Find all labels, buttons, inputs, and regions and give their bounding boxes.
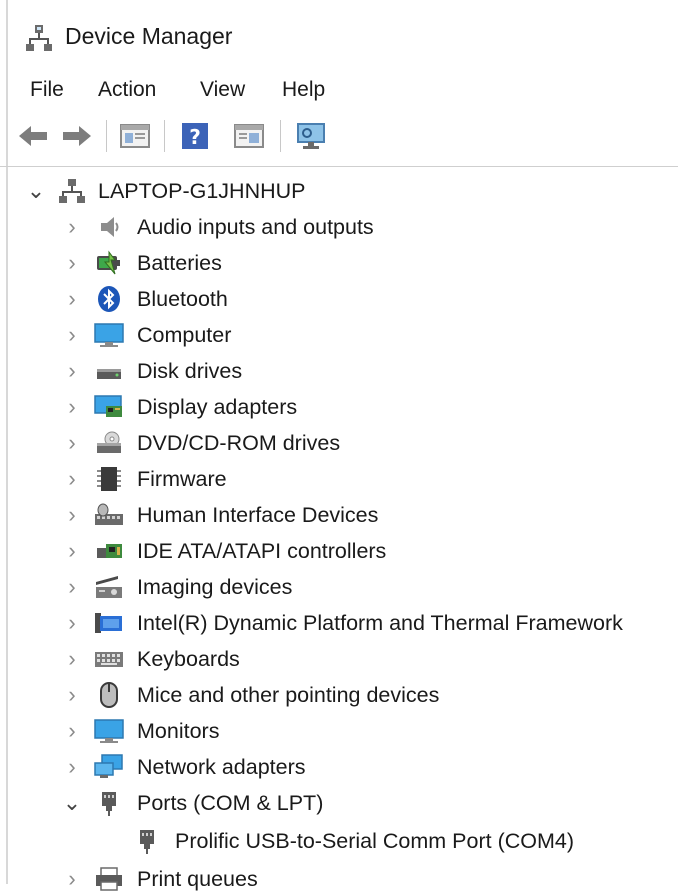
menu-view[interactable]: View	[198, 76, 247, 104]
expand-chevron-icon[interactable]: ›	[62, 609, 82, 637]
help-icon[interactable]: ?	[178, 119, 212, 153]
tree-item-computer[interactable]: › Computer	[0, 318, 678, 352]
toolbar-separator	[280, 120, 281, 152]
chip-icon	[94, 609, 124, 637]
tree-item-prolific-port[interactable]: Prolific USB-to-Serial Comm Port (COM4)	[0, 824, 678, 858]
tree-item-label: Intel(R) Dynamic Platform and Thermal Fr…	[137, 611, 623, 635]
bluetooth-icon	[94, 285, 124, 313]
expand-chevron-icon[interactable]: ›	[62, 573, 82, 601]
tree-item-bluetooth[interactable]: › Bluetooth	[0, 282, 678, 316]
collapse-chevron-icon[interactable]: ⌄	[62, 789, 82, 817]
tree-item-ide[interactable]: › IDE ATA/ATAPI controllers	[0, 534, 678, 568]
tree-item-disk-drives[interactable]: › Disk drives	[0, 354, 678, 388]
expand-chevron-icon[interactable]: ›	[62, 321, 82, 349]
menu-bar: File Action View Help	[0, 70, 678, 110]
monitor-icon	[94, 717, 124, 745]
expand-chevron-icon[interactable]: ›	[62, 357, 82, 385]
tree-item-batteries[interactable]: › Batteries	[0, 246, 678, 280]
tree-item-hid[interactable]: › Human Interface Devices	[0, 498, 678, 532]
toolbar-separator	[164, 120, 165, 152]
tree-item-label: DVD/CD-ROM drives	[137, 431, 341, 455]
tree-item-label: Keyboards	[137, 647, 240, 671]
toolbar-separator	[106, 120, 107, 152]
tree-item-label: Firmware	[137, 467, 227, 491]
keyboard-icon	[94, 645, 124, 673]
expand-chevron-icon[interactable]: ›	[62, 285, 82, 313]
dvd-drive-icon	[94, 429, 124, 457]
tree-item-network-adapters[interactable]: › Network adapters	[0, 750, 678, 784]
printer-icon	[94, 865, 124, 893]
tree-root[interactable]: ⌄ LAPTOP-G1JHNHUP	[0, 174, 678, 208]
tree-item-audio[interactable]: › Audio inputs and outputs	[0, 210, 678, 244]
tree-item-imaging[interactable]: › Imaging devices	[0, 570, 678, 604]
tree-item-label: Batteries	[137, 251, 222, 275]
expand-chevron-icon[interactable]: ›	[62, 681, 82, 709]
tree-item-ports[interactable]: ⌄ Ports (COM & LPT)	[0, 786, 678, 820]
tree-item-label: Bluetooth	[137, 287, 228, 311]
tree-item-label: Ports (COM & LPT)	[137, 791, 324, 815]
scan-hardware-icon[interactable]	[294, 119, 328, 153]
expand-chevron-icon[interactable]: ›	[62, 645, 82, 673]
tree-item-monitors[interactable]: › Monitors	[0, 714, 678, 748]
serial-port-icon	[132, 827, 162, 855]
device-manager-icon	[26, 22, 56, 52]
menu-action[interactable]: Action	[96, 76, 158, 104]
tree-item-display-adapters[interactable]: › Display adapters	[0, 390, 678, 424]
tree-item-intel-dptf[interactable]: › Intel(R) Dynamic Platform and Thermal …	[0, 606, 678, 640]
expand-chevron-icon[interactable]: ›	[62, 717, 82, 745]
expand-chevron-icon[interactable]: ›	[62, 865, 82, 893]
back-arrow-icon[interactable]	[16, 119, 50, 153]
camera-icon	[94, 573, 124, 601]
tree-item-label: Mice and other pointing devices	[137, 683, 440, 707]
expand-chevron-icon[interactable]: ›	[62, 393, 82, 421]
computer-icon	[94, 321, 124, 349]
menu-file[interactable]: File	[28, 76, 66, 104]
forward-arrow-icon[interactable]	[60, 119, 94, 153]
tree-item-label: Disk drives	[137, 359, 243, 383]
battery-icon	[94, 249, 124, 277]
tree-item-label: Monitors	[137, 719, 220, 743]
hid-icon	[94, 501, 124, 529]
tree-item-label: Imaging devices	[137, 575, 293, 599]
window-title: Device Manager	[65, 23, 233, 49]
tree-item-label: IDE ATA/ATAPI controllers	[137, 539, 387, 563]
tree-item-label: Display adapters	[137, 395, 298, 419]
ide-controller-icon	[94, 537, 124, 565]
tree-item-label: Computer	[137, 323, 232, 347]
tree-item-label: Print queues	[137, 867, 258, 891]
title-bar: Device Manager	[0, 0, 678, 70]
collapse-chevron-icon[interactable]: ⌄	[26, 177, 46, 205]
disk-drive-icon	[94, 357, 124, 385]
port-icon	[94, 789, 124, 817]
expand-chevron-icon[interactable]: ›	[62, 429, 82, 457]
tree-item-label: Network adapters	[137, 755, 306, 779]
toolbar: ?	[0, 110, 678, 167]
tree-item-mice[interactable]: › Mice and other pointing devices	[0, 678, 678, 712]
tree-item-keyboards[interactable]: › Keyboards	[0, 642, 678, 676]
menu-help[interactable]: Help	[280, 76, 327, 104]
tree-item-print-queues[interactable]: › Print queues	[0, 862, 678, 896]
display-adapter-icon	[94, 393, 124, 421]
firmware-icon	[94, 465, 124, 493]
tree-item-label: Human Interface Devices	[137, 503, 379, 527]
tree-item-firmware[interactable]: › Firmware	[0, 462, 678, 496]
tree-item-label: Prolific USB-to-Serial Comm Port (COM4)	[175, 829, 574, 853]
properties-icon[interactable]	[118, 119, 152, 153]
console-tree-icon[interactable]	[232, 119, 266, 153]
computer-network-icon	[58, 177, 88, 205]
expand-chevron-icon[interactable]: ›	[62, 537, 82, 565]
tree-root-label: LAPTOP-G1JHNHUP	[98, 179, 306, 203]
svg-text:?: ?	[189, 125, 201, 149]
expand-chevron-icon[interactable]: ›	[62, 249, 82, 277]
tree-item-label: Audio inputs and outputs	[137, 215, 374, 239]
mouse-icon	[94, 681, 124, 709]
speaker-icon	[94, 213, 124, 241]
expand-chevron-icon[interactable]: ›	[62, 753, 82, 781]
expand-chevron-icon[interactable]: ›	[62, 213, 82, 241]
expand-chevron-icon[interactable]: ›	[62, 465, 82, 493]
expand-chevron-icon[interactable]: ›	[62, 501, 82, 529]
tree-item-dvd-drives[interactable]: › DVD/CD-ROM drives	[0, 426, 678, 460]
network-icon	[94, 753, 124, 781]
